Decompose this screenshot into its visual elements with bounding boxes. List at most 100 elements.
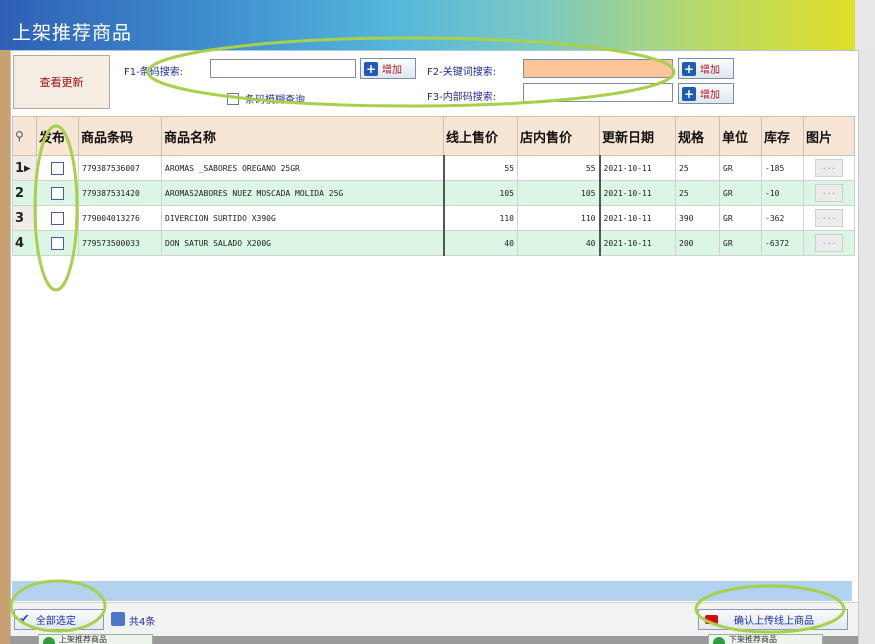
column-header-stock[interactable]: 库存 [761,116,804,156]
window-title: 上架推荐商品 [12,22,133,44]
internal-code-add-label: 增加 [700,90,720,101]
store-price-cell: 110 [517,205,601,231]
publish-cell[interactable] [36,180,79,206]
unit-cell: GR [719,155,762,181]
image-cell[interactable]: ... [803,155,855,181]
image-button[interactable]: ... [815,234,843,252]
column-header-online-price[interactable]: 线上售价 [443,116,518,156]
f3-internal-code-search-label: F3-内部码搜索: [427,92,497,103]
check-update-button[interactable]: 查看更新 [13,55,110,109]
barcode-cell: 779004013276 [78,205,162,231]
date-cell: 2021-10-11 [599,180,676,206]
grid-header-row: ⚲ 发布 商品条码 商品名称 线上售价 店内售价 更新日期 规格 单位 库存 图… [12,116,855,156]
keyword-add-button[interactable]: + 增加 [678,58,734,79]
publish-checkbox[interactable] [51,161,64,175]
behind-delist-label: 下架推荐商品 [729,635,777,644]
barcode-cell: 779573500033 [78,230,162,256]
stock-cell: -10 [761,180,804,206]
table-row[interactable]: 4 779573500033 DON SATUR SALADO X200G 40… [12,230,855,256]
table-row[interactable]: 1▸ 779387536007 AROMAS _SABORES OREGANO … [12,155,855,181]
product-grid: ⚲ 发布 商品条码 商品名称 线上售价 店内售价 更新日期 规格 单位 库存 图… [12,116,855,256]
publish-cell[interactable] [36,155,79,181]
background-window-edge [0,50,10,644]
name-cell: DON SATUR SALADO X200G [161,230,445,256]
image-button[interactable]: ... [815,159,843,177]
list-count-icon [111,612,125,626]
store-price-cell: 40 [517,230,601,256]
stock-cell: -6372 [761,230,804,256]
spec-cell: 25 [675,155,720,181]
image-button[interactable]: ... [815,184,843,202]
spec-cell: 200 [675,230,720,256]
publish-cell[interactable] [36,205,79,231]
keyword-add-label: 增加 [700,65,720,76]
image-button[interactable]: ... [815,209,843,227]
confirm-upload-button[interactable]: 确认上传线上商品 [698,609,848,630]
plus-icon: + [682,86,696,101]
barcode-add-label: 增加 [382,65,402,76]
image-cell[interactable]: ... [803,205,855,231]
column-header-spec[interactable]: 规格 [675,116,720,156]
name-cell: AROMAS2ABORES NUEZ MOSCADA MOLIDA 25G [161,180,445,206]
publish-checkbox[interactable] [51,186,64,200]
upload-icon [705,615,718,624]
image-cell[interactable]: ... [803,230,855,256]
publish-checkbox[interactable] [51,211,64,225]
barcode-add-button[interactable]: + 增加 [360,58,416,79]
row-number: 3 [12,205,37,231]
keyword-search-input[interactable] [523,59,673,78]
column-header-unit[interactable]: 单位 [719,116,762,156]
confirm-upload-label: 确认上传线上商品 [734,616,814,627]
green-icon [43,637,55,644]
date-cell: 2021-10-11 [599,155,676,181]
stock-cell: -362 [761,205,804,231]
column-header-publish[interactable]: 发布 [36,116,79,156]
online-price-cell: 40 [443,230,518,256]
date-cell: 2021-10-11 [599,205,676,231]
online-price-cell: 110 [443,205,518,231]
publish-checkbox[interactable] [51,236,64,250]
behind-list-button[interactable]: 上架推荐商品 [38,634,153,644]
column-header-store-price[interactable]: 店内售价 [517,116,600,156]
column-header-image[interactable]: 图片 [803,116,855,156]
row-header-sort[interactable]: ⚲ [12,116,37,156]
sort-filter-icon: ⚲ [15,128,24,143]
green-icon [713,637,725,644]
barcode-search-input[interactable] [210,59,356,78]
column-header-name[interactable]: 商品名称 [161,116,444,156]
publish-cell[interactable] [36,230,79,256]
row-number: 4 [12,230,37,256]
behind-delist-button[interactable]: 下架推荐商品 [708,634,823,644]
row-number: 2 [12,180,37,206]
internal-code-add-button[interactable]: + 增加 [678,83,734,104]
window-titlebar: 上架推荐商品 [0,0,875,50]
image-cell[interactable]: ... [803,180,855,206]
select-all-button[interactable]: ✔ 全部选定 [14,609,104,630]
table-row[interactable]: 3 779004013276 DIVERCION SURTIDO X390G 1… [12,205,855,231]
titlebar-edge [855,0,875,50]
column-header-barcode[interactable]: 商品条码 [78,116,162,156]
name-cell: AROMAS _SABORES OREGANO 25GR [161,155,445,181]
dialog-body: 查看更新 F1-条码搜索: + 增加 条码模糊查询 F2-关键词搜索: + 增加 F… [10,50,860,636]
name-cell: DIVERCION SURTIDO X390G [161,205,445,231]
column-header-update-date[interactable]: 更新日期 [599,116,676,156]
checkbox-box[interactable] [227,92,239,105]
unit-cell: GR [719,205,762,231]
spec-cell: 390 [675,205,720,231]
stock-cell: -185 [761,155,804,181]
store-price-cell: 105 [517,180,601,206]
table-row[interactable]: 2 779387531420 AROMAS2ABORES NUEZ MOSCAD… [12,180,855,206]
row-number: 1▸ [12,155,37,181]
fuzzy-barcode-label: 条码模糊查询 [245,95,305,106]
select-all-label: 全部选定 [35,616,76,627]
fuzzy-barcode-checkbox[interactable]: 条码模糊查询 [227,91,305,106]
horizontal-scrollbar[interactable] [12,581,852,601]
checkmark-icon: ✔ [19,612,30,627]
spec-cell: 25 [675,180,720,206]
record-count: 共4条 [129,617,156,628]
behind-list-label: 上架推荐商品 [59,635,107,644]
internal-code-search-input[interactable] [523,83,673,102]
vertical-scrollbar[interactable] [858,50,875,644]
unit-cell: GR [719,230,762,256]
plus-icon: + [364,61,378,76]
